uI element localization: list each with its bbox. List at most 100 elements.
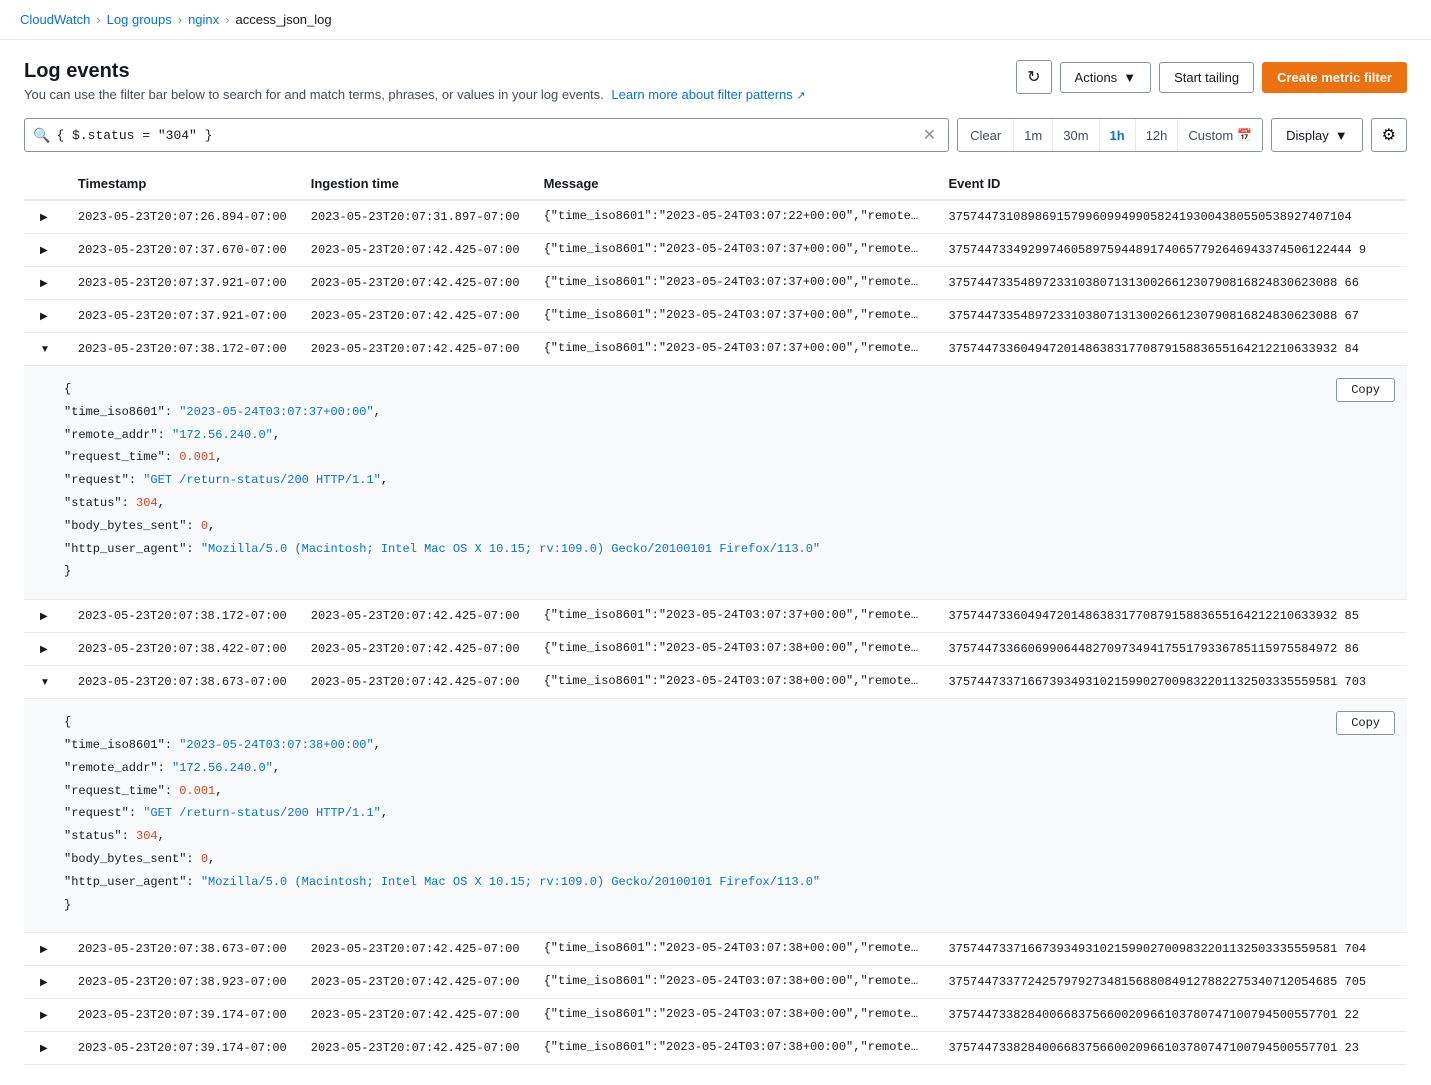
timestamp-cell: 2023-05-23T20:07:38.172-07:00 [66,600,299,633]
time-1h-button[interactable]: 1h [1100,119,1136,151]
eventid-cell: 3757447336049472014863831770879158836551… [936,333,1407,366]
table-row: ▼2023-05-23T20:07:38.673-07:002023-05-23… [24,666,1407,699]
log-table: Timestamp Ingestion time Message Event I… [24,168,1407,1065]
copy-button[interactable]: Copy [1336,378,1395,402]
copy-button[interactable]: Copy [1336,711,1395,735]
settings-button[interactable]: ⚙ [1371,118,1407,152]
expand-row-button[interactable]: ▶ [36,942,52,957]
expand-row-button[interactable]: ▶ [36,243,52,258]
eventid-cell: 3757447336606990644827097349417551793367… [936,633,1407,666]
page-desc: You can use the filter bar below to sear… [24,87,806,102]
start-tailing-button[interactable]: Start tailing [1159,62,1254,93]
create-metric-filter-label: Create metric filter [1277,70,1392,85]
filter-input[interactable] [56,128,918,143]
expand-row-button[interactable]: ▶ [36,642,52,657]
time-custom-button[interactable]: Custom 📅 [1178,119,1262,151]
table-row: ▶ 2023-05-23T20:07:39.174-07:002023-05-23… [24,1032,1407,1065]
timestamp-cell: 2023-05-23T20:07:37.921-07:00 [66,267,299,300]
ingestion-time-cell: 2023-05-23T20:07:42.425-07:00 [299,300,532,333]
message-cell: {"time_iso8601":"2023-05-24T03:07:38+00:… [532,633,937,666]
ingestion-time-cell: 2023-05-23T20:07:42.425-07:00 [299,267,532,300]
search-icon: 🔍 [33,127,50,144]
ingestion-time-cell: 2023-05-23T20:07:42.425-07:00 [299,933,532,966]
table-row: ▶2023-05-23T20:07:26.894-07:002023-05-23… [24,200,1407,234]
timestamp-cell: 2023-05-23T20:07:38.923-07:00 [66,966,299,999]
table-row: ▶ 2023-05-23T20:07:38.673-07:002023-05-23… [24,933,1407,966]
table-row: ▶ 2023-05-23T20:07:37.921-07:002023-05-23… [24,300,1407,333]
eventid-cell: 3757447310898691579960994990582419300438… [936,200,1407,234]
breadcrumb-log-groups[interactable]: Log groups [107,12,172,27]
eventid-cell: 3757447338284006683756600209661037807471… [936,999,1407,1032]
timestamp-cell: 2023-05-23T20:07:37.670-07:00 [66,234,299,267]
col-header-eventid: Event ID [936,168,1407,200]
display-chevron-icon: ▼ [1335,128,1348,143]
create-metric-filter-button[interactable]: Create metric filter [1262,62,1407,93]
breadcrumb-sep-3: › [225,12,229,27]
time-12h-button[interactable]: 12h [1136,119,1179,151]
message-cell: {"time_iso8601":"2023-05-24T03:07:37+00:… [532,600,937,633]
ingestion-time-cell: 2023-05-23T20:07:42.425-07:00 [299,966,532,999]
timestamp-cell: 2023-05-23T20:07:39.174-07:00 [66,1032,299,1065]
eventid-cell: 3757447335489723310380713130026612307908… [936,300,1407,333]
refresh-button[interactable]: ↻ [1016,60,1051,94]
page-title: Log events [24,60,806,83]
ingestion-time-cell: 2023-05-23T20:07:42.425-07:00 [299,600,532,633]
display-button[interactable]: Display ▼ [1271,118,1363,152]
eventid-cell: 3757447335489723310380713130026612307908… [936,267,1407,300]
message-cell: {"time_iso8601":"2023-05-24T03:07:38+00:… [532,966,937,999]
timestamp-cell: 2023-05-23T20:07:38.172-07:00 [66,333,299,366]
expand-row-button[interactable]: ▼ [36,342,54,357]
breadcrumb-sep-2: › [178,12,182,27]
breadcrumb-current: access_json_log [236,12,332,27]
filter-bar: 🔍 ✕ [24,118,949,152]
timestamp-cell: 2023-05-23T20:07:38.673-07:00 [66,933,299,966]
message-cell: {"time_iso8601":"2023-05-24T03:07:38+00:… [532,999,937,1032]
breadcrumb-nginx[interactable]: nginx [188,12,219,27]
breadcrumb-sep-1: › [96,12,100,27]
table-row: ▶ 2023-05-23T20:07:38.923-07:002023-05-23… [24,966,1407,999]
actions-button[interactable]: Actions ▼ [1060,62,1152,93]
ingestion-time-cell: 2023-05-23T20:07:42.425-07:00 [299,333,532,366]
col-header-expand [24,168,66,200]
eventid-cell: 3757447338284006683756600209661037807471… [936,1032,1407,1065]
time-range-controls: Clear 1m 30m 1h 12h Custom 📅 [957,118,1263,152]
breadcrumb: CloudWatch › Log groups › nginx › access… [0,0,1431,40]
timestamp-cell: 2023-05-23T20:07:38.673-07:00 [66,666,299,699]
message-cell: {"time_iso8601":"2023-05-24T03:07:38+00:… [532,666,937,699]
expand-row-button[interactable]: ▶ [36,210,52,225]
timestamp-cell: 2023-05-23T20:07:37.921-07:00 [66,300,299,333]
expand-row-button[interactable]: ▼ [36,675,54,690]
message-cell: {"time_iso8601":"2023-05-24T03:07:38+00:… [532,933,937,966]
expand-row-button[interactable]: ▶ [36,1008,52,1023]
ingestion-time-cell: 2023-05-23T20:07:42.425-07:00 [299,234,532,267]
breadcrumb-cloudwatch[interactable]: CloudWatch [20,12,90,27]
expand-row-button[interactable]: ▶ [36,609,52,624]
expand-row-button[interactable]: ▶ [36,975,52,990]
time-30m-button[interactable]: 30m [1053,119,1099,151]
time-clear-button[interactable]: Clear [958,119,1014,151]
page-header: Log events You can use the filter bar be… [24,60,806,102]
settings-icon: ⚙ [1382,125,1396,145]
eventid-cell: 3757447337166739349310215990270098322011… [936,666,1407,699]
eventid-cell: 3757447337724257979273481568808491278822… [936,966,1407,999]
table-row: ▶ 2023-05-23T20:07:38.172-07:002023-05-23… [24,600,1407,633]
learn-more-link[interactable]: Learn more about filter patterns ↗ [611,87,805,102]
ingestion-time-cell: 2023-05-23T20:07:42.425-07:00 [299,633,532,666]
expand-row-button[interactable]: ▶ [36,1041,52,1056]
expanded-row: { "time_iso8601": "2023-05-24T03:07:37+0… [24,366,1407,600]
expand-row-button[interactable]: ▶ [36,309,52,324]
ingestion-time-cell: 2023-05-23T20:07:42.425-07:00 [299,1032,532,1065]
page-desc-text: You can use the filter bar below to sear… [24,87,604,102]
eventid-cell: 3757447334929974605897594489174065779264… [936,234,1407,267]
eventid-cell: 3757447336049472014863831770879158836551… [936,600,1407,633]
time-1m-button[interactable]: 1m [1014,119,1053,151]
table-row: ▶2023-05-23T20:07:38.422-07:002023-05-23… [24,633,1407,666]
actions-label: Actions [1075,70,1118,85]
expanded-row: { "time_iso8601": "2023-05-24T03:07:38+0… [24,699,1407,933]
ingestion-time-cell: 2023-05-23T20:07:31.897-07:00 [299,200,532,234]
message-cell: {"time_iso8601":"2023-05-24T03:07:37+00:… [532,267,937,300]
col-header-ingestion: Ingestion time [299,168,532,200]
time-custom-label: Custom [1188,128,1233,143]
clear-filter-button[interactable]: ✕ [919,125,940,145]
expand-row-button[interactable]: ▶ [36,276,52,291]
